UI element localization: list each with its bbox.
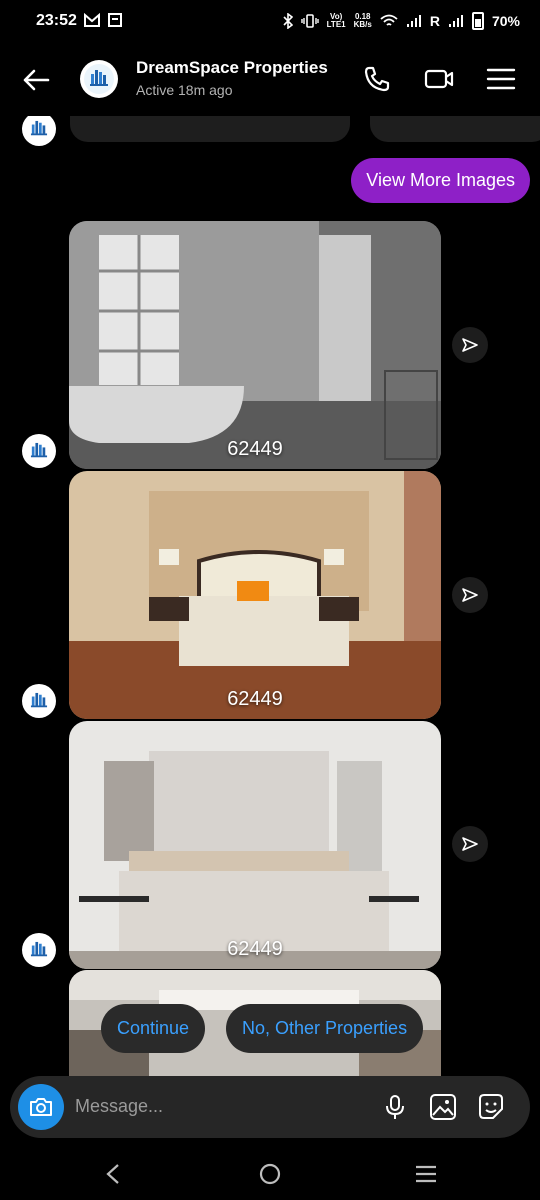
sender-avatar[interactable] (22, 116, 56, 146)
status-bar: 23:52 Vo) LTE1 0.18 KB/s R 70% (0, 0, 540, 44)
property-image-bathroom[interactable]: 62449 (69, 221, 441, 469)
image-caption: 62449 (227, 938, 283, 960)
send-icon (462, 588, 478, 602)
sender-avatar[interactable] (22, 434, 56, 468)
send-icon (462, 837, 478, 851)
battery-icon (471, 12, 484, 30)
share-button[interactable] (452, 826, 488, 862)
signal-icon-2 (448, 15, 463, 27)
phone-icon[interactable] (360, 62, 394, 96)
battery-percent: 70% (491, 13, 520, 29)
send-icon (462, 338, 478, 352)
contact-name: DreamSpace Properties (136, 58, 328, 77)
nav-back-icon[interactable] (102, 1162, 124, 1186)
camera-icon (30, 1098, 52, 1116)
gmail-icon (84, 13, 100, 27)
dreamspace-logo-icon (30, 442, 48, 458)
property-image-bedroom-grey[interactable]: 62449 (69, 721, 441, 969)
chat-header: DreamSpace Properties Active 18m ago (0, 44, 540, 116)
nav-recents-icon[interactable] (414, 1164, 438, 1184)
volte-indicator: Vo) LTE1 (326, 12, 346, 29)
microphone-icon[interactable] (380, 1092, 410, 1122)
contact-status: Active 18m ago (136, 82, 233, 98)
dreamspace-logo-icon (30, 941, 48, 957)
bluetooth-icon (283, 13, 293, 29)
sender-avatar[interactable] (22, 684, 56, 718)
sender-avatar[interactable] (22, 933, 56, 967)
bathroom-photo (69, 221, 441, 469)
bedroom-warm-photo (69, 471, 441, 719)
dreamspace-logo-icon (84, 64, 114, 94)
sticker-icon[interactable] (476, 1092, 506, 1122)
arrow-left-icon[interactable] (20, 64, 52, 96)
profile-avatar[interactable] (80, 60, 118, 98)
quick-reply-continue[interactable]: Continue (101, 1004, 206, 1053)
wifi-icon (380, 14, 398, 26)
previous-message-card[interactable] (70, 116, 350, 142)
share-button[interactable] (452, 327, 488, 363)
previous-message-card[interactable] (370, 116, 540, 142)
bedroom-grey-photo (69, 721, 441, 969)
view-more-images-message[interactable]: View More Images (351, 158, 530, 203)
system-nav-bar (0, 1150, 540, 1200)
nav-home-icon[interactable] (258, 1162, 282, 1186)
message-thread[interactable]: View More Images 62449 62449 62449 Conti… (0, 116, 540, 1076)
image-caption: 62449 (227, 438, 283, 460)
carrier-roaming: R (429, 13, 440, 29)
image-caption: 62449 (227, 688, 283, 710)
camera-button[interactable] (18, 1084, 64, 1130)
video-camera-icon[interactable] (422, 62, 456, 96)
message-input[interactable]: Message... (75, 1096, 163, 1117)
status-time: 23:52 (36, 12, 77, 29)
vibrate-icon (300, 14, 319, 28)
quick-reply-other-properties[interactable]: No, Other Properties (226, 1004, 424, 1053)
dreamspace-logo-icon (30, 692, 48, 708)
net-speed: 0.18 KB/s (353, 12, 372, 29)
share-button[interactable] (452, 577, 488, 613)
signal-icon (406, 15, 421, 27)
property-image-bedroom-warm[interactable]: 62449 (69, 471, 441, 719)
dreamspace-logo-icon (30, 120, 48, 136)
image-icon[interactable] (428, 1092, 458, 1122)
message-input-bar: Message... (10, 1076, 530, 1138)
menu-icon[interactable] (484, 62, 518, 96)
news-icon (108, 13, 122, 27)
